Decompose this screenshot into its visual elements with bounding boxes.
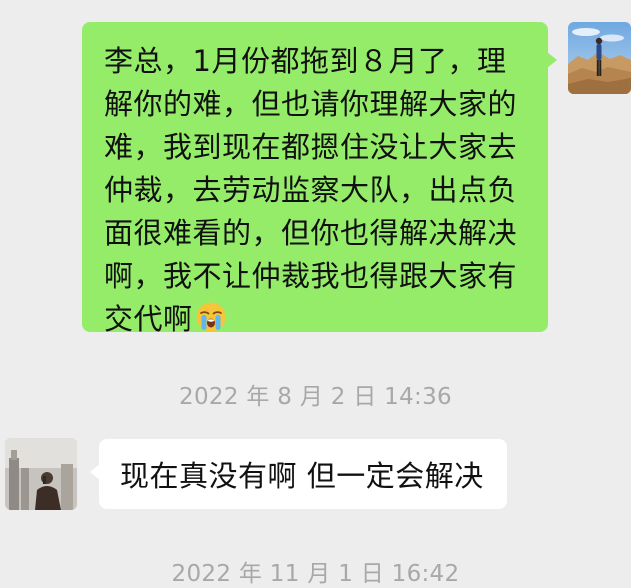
incoming-message-text: 现在真没有啊 但一定会解决	[120, 459, 484, 493]
message-timestamp: 2022 年 8 月 2 日 14:36	[179, 384, 452, 410]
incoming-message-bubble[interactable]: 现在真没有啊 但一定会解决	[90, 439, 507, 509]
message-timestamp: 2022 年 11 月 1 日 16:42	[171, 561, 460, 587]
outgoing-message-bubble[interactable]: 李总，1月份都拖到８月了，理解你的难，但也请你理解大家的难，我到现在都摁住没让大…	[82, 22, 557, 336]
outgoing-message-text: 李总，1月份都拖到８月了，理解你的难，但也请你理解大家的难，我到现在都摁住没让大…	[104, 44, 518, 336]
contact-avatar[interactable]	[5, 438, 77, 510]
loudly-crying-face-emoji	[195, 301, 227, 345]
self-avatar[interactable]	[568, 22, 631, 94]
